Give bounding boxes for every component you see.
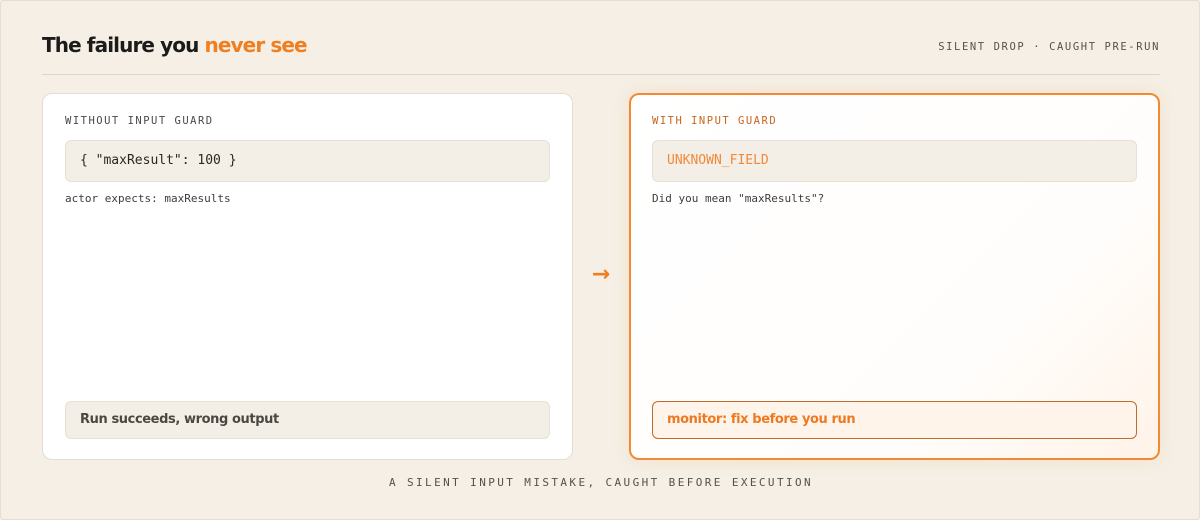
title-text: The failure you [42,33,205,57]
panel-label: WITH INPUT GUARD [652,115,778,127]
header-meta: SILENT DROP · CAUGHT PRE-RUN [938,41,1160,53]
arrow-right-icon: → [591,262,611,287]
title-accent-text: never see [204,33,308,57]
input-code-box: { "maxResult": 100 } [65,140,550,182]
comparison-card: The failure you never see SILENT DROP · … [0,0,1200,520]
without-guard-panel: WITHOUT INPUT GUARD { "maxResult": 100 }… [42,93,573,460]
page-title: The failure you never see [42,31,308,59]
with-guard-panel: WITH INPUT GUARD UNKNOWN_FIELD Did you m… [629,93,1160,460]
result-box: Run succeeds, wrong output [65,401,550,439]
header: The failure you never see SILENT DROP · … [42,31,1160,75]
monitor-result-box: monitor: fix before you run [652,401,1137,439]
suggestion-note: Did you mean "maxResults"? [652,192,825,205]
error-code-box: UNKNOWN_FIELD [652,140,1137,182]
panel-label: WITHOUT INPUT GUARD [65,115,214,127]
expectation-note: actor expects: maxResults [65,192,231,205]
footer-caption: A SILENT INPUT MISTAKE, CAUGHT BEFORE EX… [388,476,814,489]
